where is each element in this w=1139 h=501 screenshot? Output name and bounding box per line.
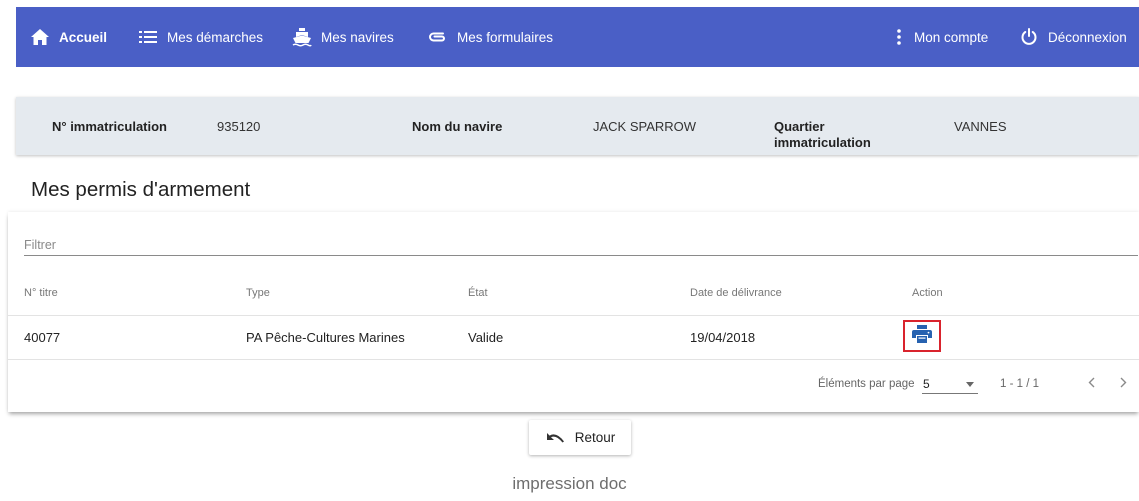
header-etat[interactable]: État — [468, 287, 488, 299]
vessel-name-value: JACK SPARROW — [593, 119, 697, 134]
next-page-button[interactable] — [1114, 374, 1132, 394]
header-titre[interactable]: N° titre — [24, 287, 58, 299]
chevron-right-icon — [1120, 375, 1127, 393]
header-date[interactable]: Date de délivrance — [690, 287, 782, 299]
immatriculation-value: 935120 — [217, 119, 261, 134]
nav-mes-formulaires[interactable]: Mes formulaires — [428, 7, 553, 67]
page-size-select[interactable]: 5 — [922, 374, 978, 394]
nav-accueil[interactable]: Accueil — [30, 7, 107, 67]
page-title: Mes permis d'armement — [31, 178, 251, 201]
nav-mes-demarches-label: Mes démarches — [167, 29, 264, 45]
top-navbar: Accueil Mes démarches Mes navires Mes fo… — [16, 7, 1139, 67]
nav-mes-navires[interactable]: Mes navires — [292, 7, 394, 67]
retour-label: Retour — [574, 430, 616, 445]
attachment-icon — [428, 27, 448, 47]
nav-deconnexion[interactable]: Déconnexion — [1019, 7, 1127, 67]
caption: impression doc — [512, 474, 627, 493]
nav-mes-demarches[interactable]: Mes démarches — [138, 7, 263, 67]
chevron-left-icon — [1088, 375, 1095, 393]
nav-mon-compte-label: Mon compte — [914, 29, 989, 45]
ship-icon — [292, 27, 312, 47]
quartier-label: Quartier immatriculation — [774, 119, 871, 150]
filter-field — [24, 234, 1138, 256]
vessel-info-bar: N° immatriculation 935120 Nom du navire … — [16, 97, 1139, 155]
page-range: 1 - 1 / 1 — [1000, 378, 1039, 390]
items-per-page-label: Éléments par page — [818, 378, 915, 390]
prev-page-button[interactable] — [1082, 374, 1100, 394]
page-size-value: 5 — [923, 377, 930, 391]
list-icon — [138, 27, 158, 47]
cell-type: PA Pêche-Cultures Marines — [246, 330, 405, 345]
cell-etat: Valide — [468, 330, 504, 345]
vessel-name-label: Nom du navire — [412, 119, 503, 134]
cell-titre: 40077 — [24, 330, 61, 345]
print-button[interactable] — [903, 320, 941, 352]
power-icon — [1019, 27, 1039, 47]
row-divider — [8, 359, 1139, 360]
retour-button[interactable]: Retour — [529, 420, 631, 455]
immatriculation-label: N° immatriculation — [52, 119, 167, 134]
print-icon — [912, 324, 932, 348]
header-type[interactable]: Type — [246, 287, 270, 299]
home-icon — [30, 27, 50, 47]
more-vert-icon — [894, 27, 904, 47]
nav-deconnexion-label: Déconnexion — [1048, 29, 1127, 45]
filter-input[interactable] — [24, 234, 1138, 255]
nav-mon-compte[interactable]: Mon compte — [894, 7, 988, 67]
undo-icon — [545, 432, 565, 444]
nav-mes-navires-label: Mes navires — [321, 29, 394, 45]
cell-date: 19/04/2018 — [690, 330, 756, 345]
header-action: Action — [912, 287, 943, 299]
chevron-down-icon — [966, 382, 974, 387]
nav-mes-formulaires-label: Mes formulaires — [457, 29, 554, 45]
quartier-value: VANNES — [954, 119, 1007, 134]
permits-table-card: N° titre Type État Date de délivrance Ac… — [8, 212, 1139, 412]
nav-accueil-label: Accueil — [59, 29, 108, 45]
header-divider — [8, 315, 1139, 316]
